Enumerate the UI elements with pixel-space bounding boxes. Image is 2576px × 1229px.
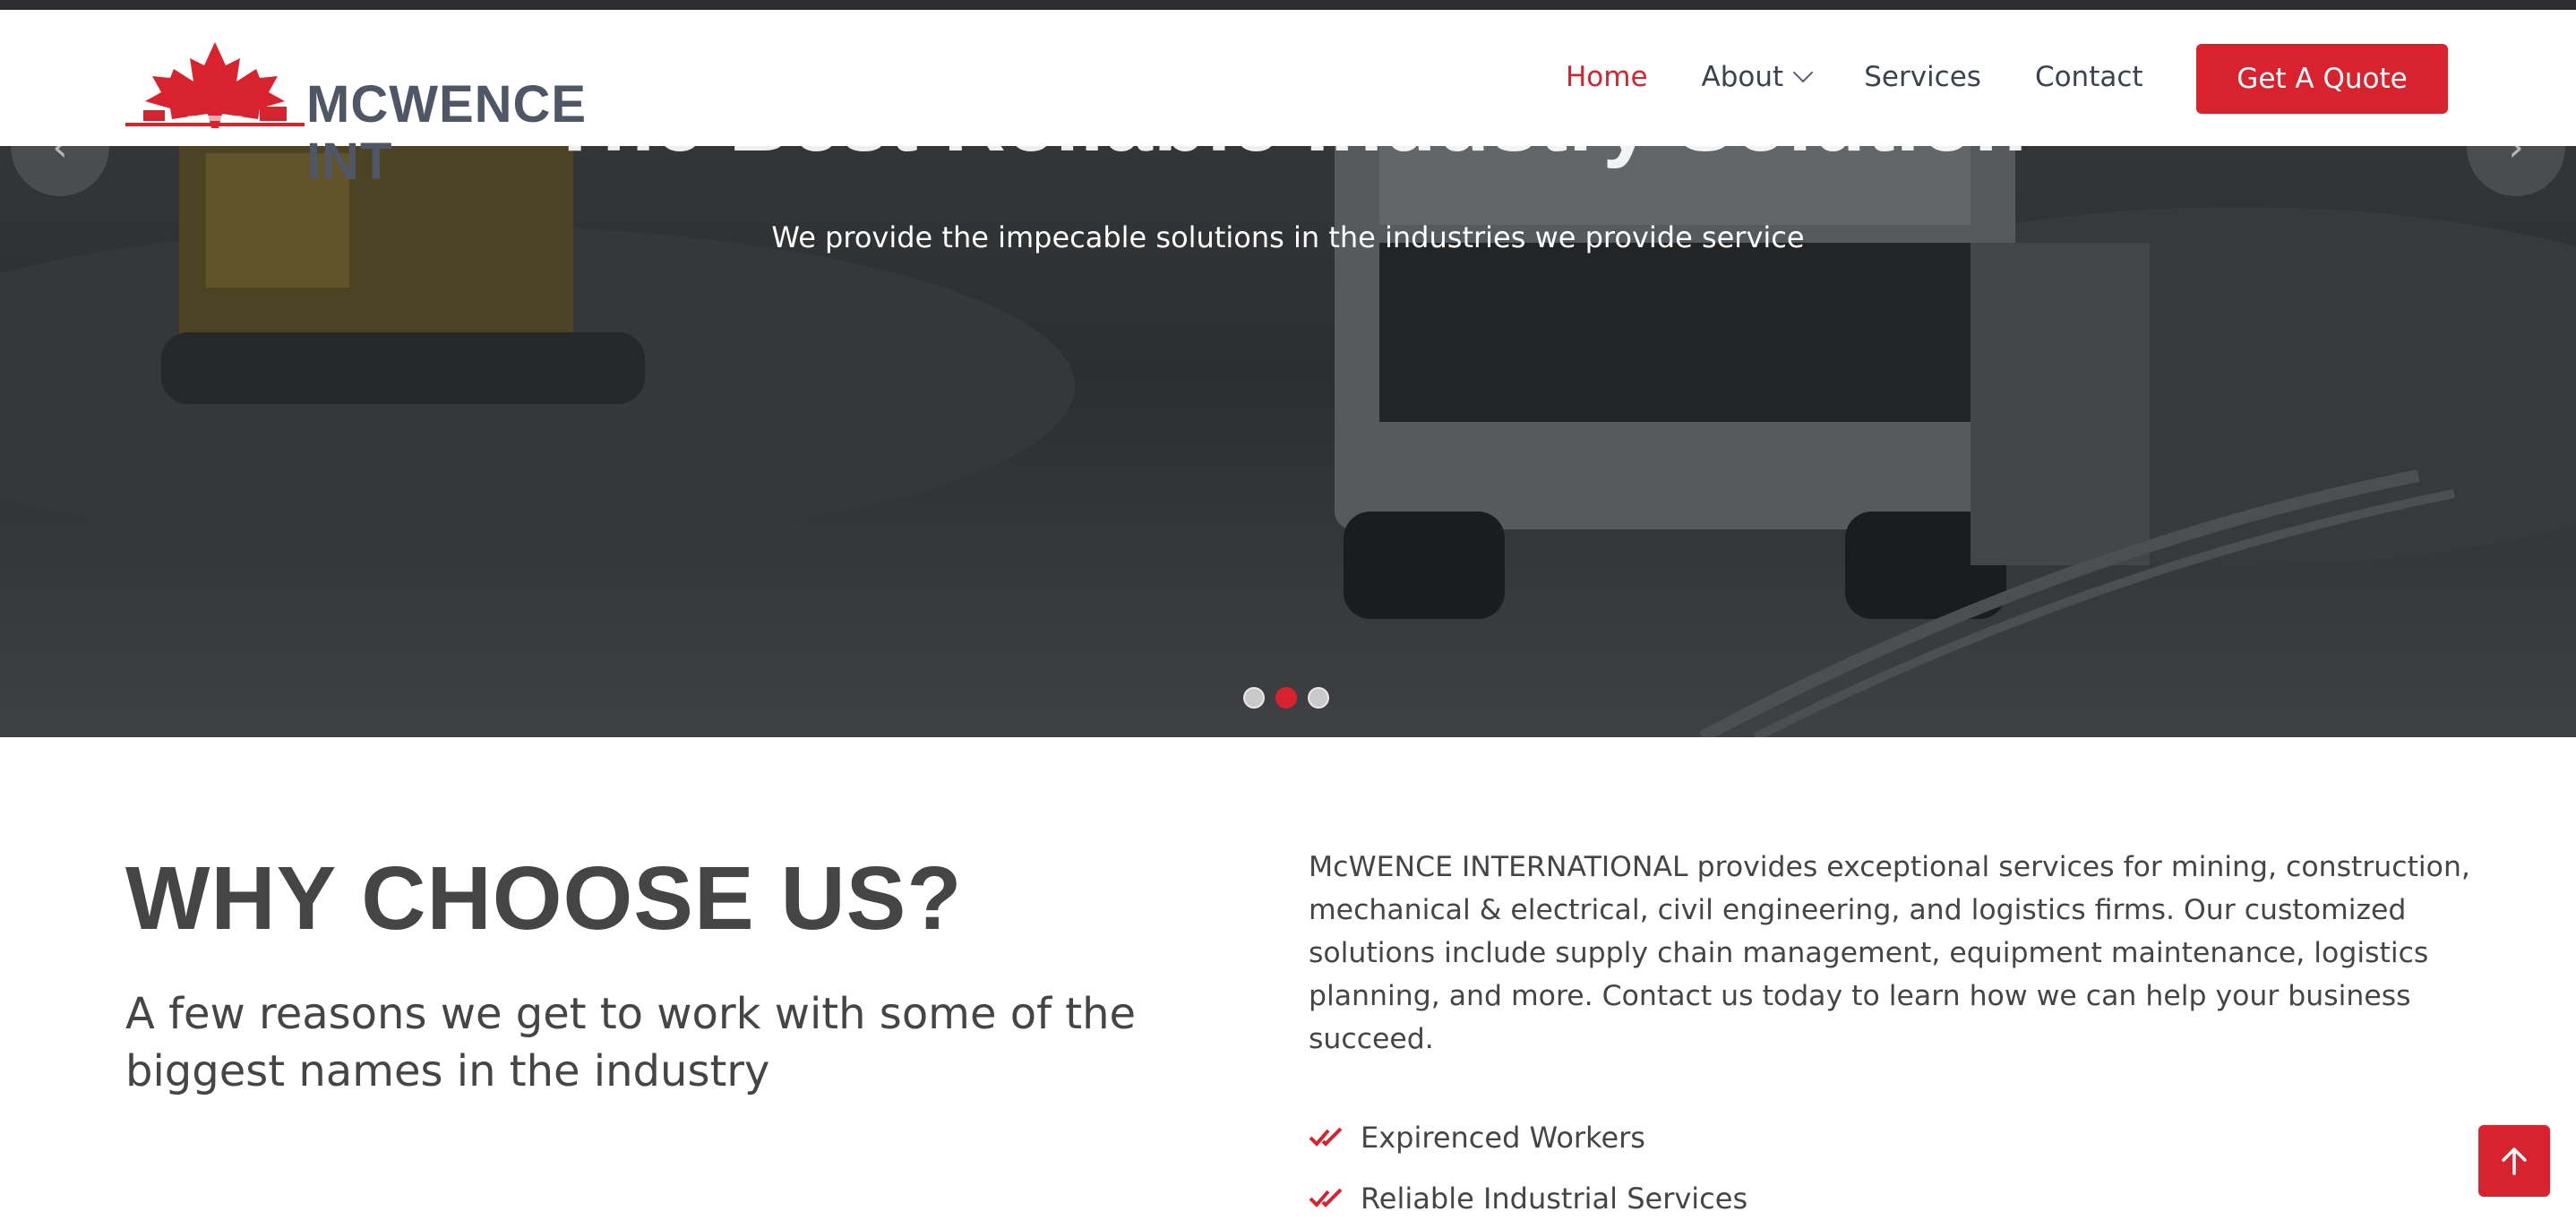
nav-item-about[interactable]: About [1701,55,1814,99]
feature-label: Expirenced Workers [1361,1121,1645,1155]
double-check-icon [1309,1188,1343,1208]
nav-item-label: Services [1864,61,1981,93]
why-choose-us-title: WHY CHOOSE US? [125,848,963,949]
arrow-up-icon [2502,1147,2527,1175]
nav-item-services[interactable]: Services [1864,55,1981,99]
main-nav: Home About Services Contact [1566,55,2197,99]
slider-dot-1[interactable] [1243,687,1265,709]
hero-subtitle: We provide the impecable solutions in th… [771,220,1805,254]
feature-list: Expirenced Workers Reliable Industrial S… [1309,1107,1747,1229]
top-strip [0,0,2576,10]
nav-item-label: About [1701,61,1784,93]
site-header: MCWENCE INT Home About Services Contact … [0,10,2576,191]
slider-dot-3[interactable] [1308,687,1329,709]
nav-item-label: Home [1566,61,1648,93]
site-logo[interactable]: MCWENCE INT [125,31,681,191]
company-description: McWENCE INTERNATIONAL provides exception… [1309,851,2470,1055]
slider-dot-2[interactable] [1275,687,1297,709]
double-check-icon [1309,1127,1343,1147]
slider-dots [1243,687,1329,709]
maple-leaf-logo-icon [125,42,305,128]
logo-text: MCWENCE INT [306,75,588,191]
list-item: Expirenced Workers [1309,1107,1747,1168]
scroll-to-top-button[interactable] [2478,1125,2550,1197]
get-quote-button[interactable]: Get A Quote [2196,44,2448,114]
why-choose-us-subtitle: A few reasons we get to work with some o… [125,989,1137,1096]
nav-item-home[interactable]: Home [1566,55,1648,99]
feature-label: Reliable Industrial Services [1361,1182,1748,1216]
chevron-down-icon [1792,62,1814,83]
nav-item-contact[interactable]: Contact [2035,55,2143,99]
nav-item-label: Contact [2034,61,2143,93]
